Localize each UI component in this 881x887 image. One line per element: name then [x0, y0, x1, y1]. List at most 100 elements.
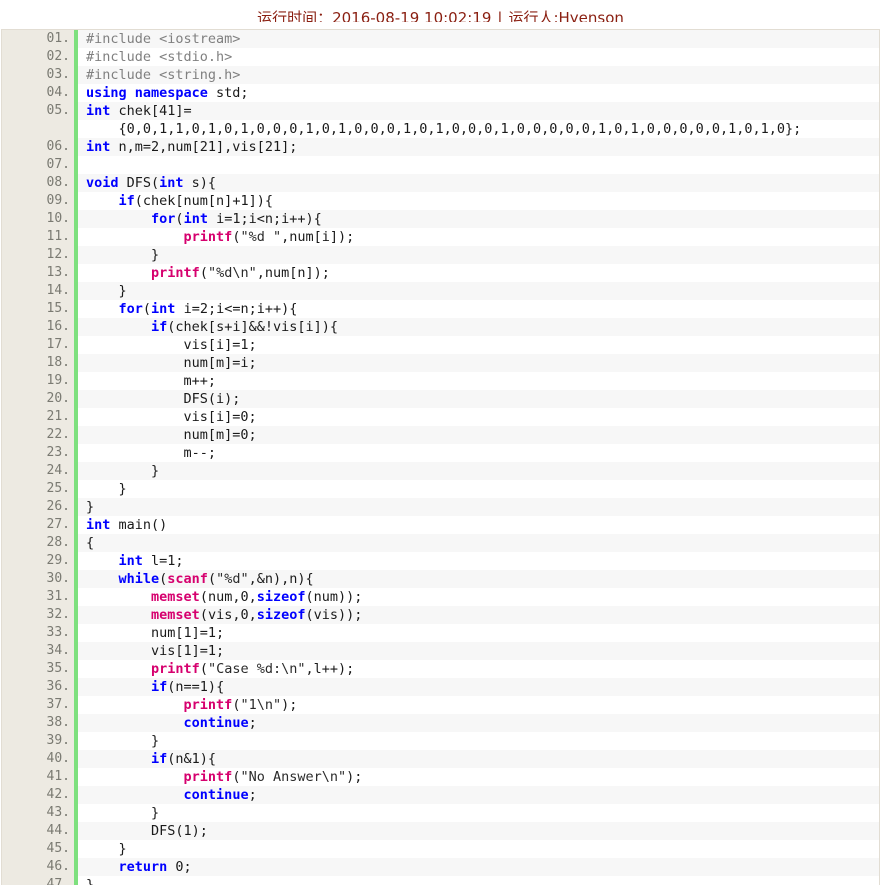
- code-line-content[interactable]: m--;: [76, 444, 879, 462]
- line-number: 18.: [2, 354, 78, 372]
- code-line-row: 43. }: [2, 804, 879, 822]
- code-line-content[interactable]: if(chek[num[n]+1]){: [76, 192, 879, 210]
- line-number: 39.: [2, 732, 78, 750]
- code-line-content[interactable]: using namespace std;: [76, 84, 879, 102]
- code-token: (num));: [305, 589, 363, 605]
- code-line-content[interactable]: num[m]=i;: [76, 354, 879, 372]
- code-line-content[interactable]: }: [76, 732, 879, 750]
- code-line-content[interactable]: }: [76, 282, 879, 300]
- code-token: int: [183, 211, 208, 227]
- code-line-content[interactable]: printf("Case %d:\n",l++);: [76, 660, 879, 678]
- code-line-content[interactable]: }: [76, 462, 879, 480]
- code-line-row: 44. DFS(1);: [2, 822, 879, 840]
- code-token: int: [86, 517, 111, 533]
- line-number: 41.: [2, 768, 78, 786]
- code-token: (: [207, 571, 217, 587]
- code-line-content[interactable]: int n,m=2,num[21],vis[21];: [76, 138, 879, 156]
- code-token: continue: [183, 715, 249, 731]
- code-line-content[interactable]: int chek[41]=: [76, 102, 879, 120]
- code-line-content[interactable]: vis[i]=0;: [76, 408, 879, 426]
- code-token: printf: [183, 769, 233, 785]
- line-number: 02.: [2, 48, 78, 66]
- line-number: 45.: [2, 840, 78, 858]
- code-line-row: 11. printf("%d ",num[i]);: [2, 228, 879, 246]
- code-line-row: 31. memset(num,0,sizeof(num));: [2, 588, 879, 606]
- line-number: 36.: [2, 678, 78, 696]
- code-token: }: [86, 481, 127, 497]
- code-table-body: 01. #include <iostream> 02. #include <stdio…: [2, 30, 879, 885]
- code-line-content[interactable]: DFS(1);: [76, 822, 879, 840]
- code-line-content[interactable]: }: [76, 840, 879, 858]
- code-line-content[interactable]: if(n&1){: [76, 750, 879, 768]
- code-line-content[interactable]: printf("1\n");: [76, 696, 879, 714]
- code-line-content[interactable]: memset(num,0,sizeof(num));: [76, 588, 879, 606]
- code-line-content[interactable]: {: [76, 534, 879, 552]
- code-line-content[interactable]: num[m]=0;: [76, 426, 879, 444]
- code-line-content[interactable]: vis[1]=1;: [76, 642, 879, 660]
- code-line-content[interactable]: vis[i]=1;: [76, 336, 879, 354]
- line-number: 16.: [2, 318, 78, 336]
- code-line-content[interactable]: printf("%d\n",num[n]);: [76, 264, 879, 282]
- code-line-content[interactable]: }: [76, 498, 879, 516]
- code-token: vis[i]=0;: [86, 409, 257, 425]
- code-line-content[interactable]: for(int i=1;i<n;i++){: [76, 210, 879, 228]
- source-code-block[interactable]: 01. #include <iostream> 02. #include <stdio…: [1, 29, 880, 885]
- line-number: 07.: [2, 156, 78, 174]
- code-line-content[interactable]: printf("No Answer\n");: [76, 768, 879, 786]
- line-number: 21.: [2, 408, 78, 426]
- code-token: #include <stdio.h>: [86, 49, 233, 65]
- code-token: }: [86, 283, 127, 299]
- line-number: 34.: [2, 642, 78, 660]
- code-token: }: [86, 463, 160, 479]
- code-line-content[interactable]: {0,0,1,1,0,1,0,1,0,0,0,1,0,1,0,0,0,1,0,1…: [76, 120, 879, 138]
- code-line-content[interactable]: num[1]=1;: [76, 624, 879, 642]
- code-line-content[interactable]: #include <stdio.h>: [76, 48, 879, 66]
- code-line-content[interactable]: printf("%d ",num[i]);: [76, 228, 879, 246]
- code-line-row: 06. int n,m=2,num[21],vis[21];: [2, 138, 879, 156]
- line-number: 01.: [2, 30, 78, 48]
- code-token: "%d": [216, 571, 249, 587]
- code-line-content[interactable]: }: [76, 804, 879, 822]
- code-line-content[interactable]: int main(): [76, 516, 879, 534]
- code-token: n,m=2,num[21],vis[21];: [110, 139, 298, 155]
- code-line-content[interactable]: if(chek[s+i]&&!vis[i]){: [76, 318, 879, 336]
- line-number: 30.: [2, 570, 78, 588]
- code-line-content[interactable]: if(n==1){: [76, 678, 879, 696]
- code-token: }: [86, 877, 95, 885]
- line-number: 35.: [2, 660, 78, 678]
- code-line-content[interactable]: m++;: [76, 372, 879, 390]
- line-number: 27.: [2, 516, 78, 534]
- code-line-row: 10. for(int i=1;i<n;i++){: [2, 210, 879, 228]
- code-token: (: [142, 301, 152, 317]
- code-line-content[interactable]: }: [76, 480, 879, 498]
- code-token: if: [151, 319, 168, 335]
- code-line-content[interactable]: }: [76, 876, 879, 885]
- code-line-row: 01. #include <iostream>: [2, 30, 879, 48]
- code-line-content[interactable]: memset(vis,0,sizeof(vis));: [76, 606, 879, 624]
- code-line-content[interactable]: #include <string.h>: [76, 66, 879, 84]
- code-line-row: 07.: [2, 156, 879, 174]
- code-line-row: 47.}: [2, 876, 879, 885]
- code-token: void: [86, 175, 119, 191]
- code-line-row: 24. }: [2, 462, 879, 480]
- code-line-row: 33. num[1]=1;: [2, 624, 879, 642]
- line-number: 29.: [2, 552, 78, 570]
- code-token: int: [151, 301, 176, 317]
- code-token: (num,0,: [199, 589, 257, 605]
- code-line-content[interactable]: while(scanf("%d",&n),n){: [76, 570, 879, 588]
- code-line-content[interactable]: int l=1;: [76, 552, 879, 570]
- code-token: num[m]=0;: [86, 427, 257, 443]
- code-line-content[interactable]: return 0;: [76, 858, 879, 876]
- code-line-content[interactable]: continue;: [76, 786, 879, 804]
- code-token: i=2;i<=n;i++){: [175, 301, 298, 317]
- code-line-content[interactable]: #include <iostream>: [76, 30, 879, 48]
- code-line-content[interactable]: DFS(i);: [76, 390, 879, 408]
- code-line-content[interactable]: continue;: [76, 714, 879, 732]
- code-line-content[interactable]: void DFS(int s){: [76, 174, 879, 192]
- code-line-content[interactable]: [76, 156, 879, 174]
- code-line-content[interactable]: for(int i=2;i<=n;i++){: [76, 300, 879, 318]
- code-line-content[interactable]: }: [76, 246, 879, 264]
